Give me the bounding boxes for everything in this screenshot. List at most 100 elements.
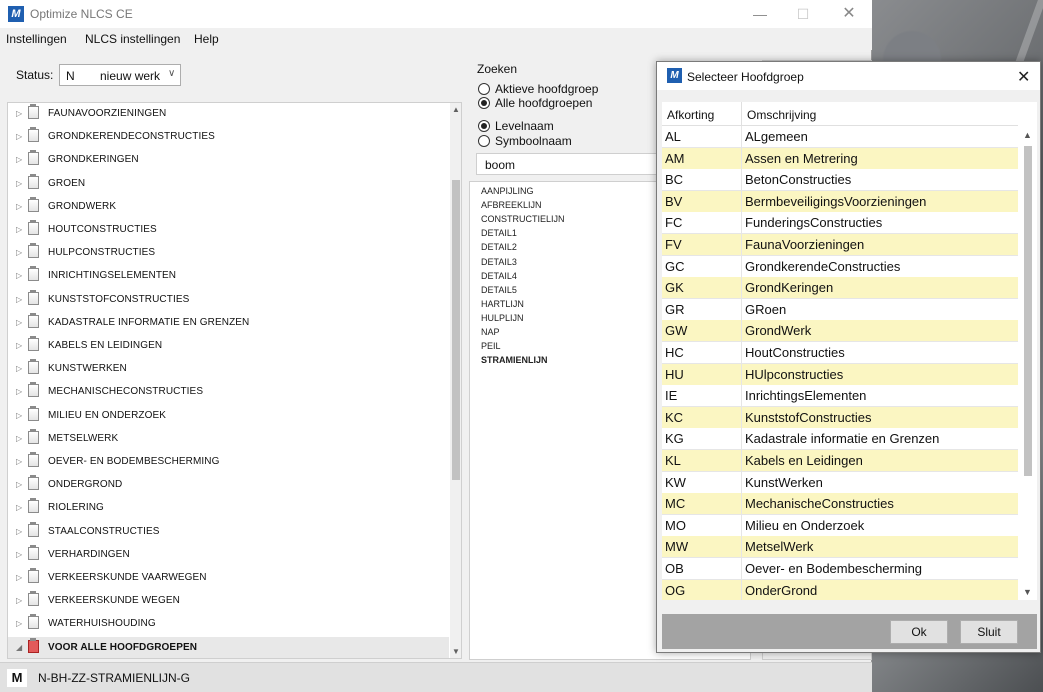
maximize-icon[interactable]: ☐: [788, 4, 818, 24]
table-row[interactable]: GR GRoen: [662, 298, 1018, 321]
mode-badge[interactable]: M: [7, 669, 27, 687]
scroll-thumb[interactable]: [452, 180, 460, 480]
table-row[interactable]: AM Assen en Metrering: [662, 147, 1018, 170]
grid-scrollbar[interactable]: ▲ ▼: [1019, 126, 1036, 600]
table-row[interactable]: MW MetselWerk: [662, 536, 1018, 559]
minimize-icon[interactable]: —: [745, 4, 775, 24]
tree-item[interactable]: ▷ MILIEU EN ONDERZOEK: [8, 405, 449, 428]
scroll-down-icon[interactable]: ▼: [452, 647, 460, 656]
radio-button[interactable]: [478, 135, 490, 147]
scroll-up-icon[interactable]: ▲: [452, 105, 460, 114]
expand-arrow-icon[interactable]: ▷: [16, 109, 22, 118]
expand-arrow-icon[interactable]: ▷: [16, 596, 22, 605]
expand-arrow-icon[interactable]: ▷: [16, 295, 22, 304]
tree-item[interactable]: ▷ HOUTCONSTRUCTIES: [8, 219, 449, 242]
expand-arrow-icon[interactable]: ▷: [16, 132, 22, 141]
tree-item[interactable]: ▷ OEVER- EN BODEMBESCHERMING: [8, 451, 449, 474]
expand-arrow-icon[interactable]: ▷: [16, 619, 22, 628]
radio-button[interactable]: [478, 83, 490, 95]
tree-item[interactable]: ▷ METSELWERK: [8, 428, 449, 451]
tree-item[interactable]: ▷ VERHARDINGEN: [8, 544, 449, 567]
tree-item[interactable]: ▷ MECHANISCHECONSTRUCTIES: [8, 381, 449, 404]
radio-button[interactable]: [478, 120, 490, 132]
table-row[interactable]: GC GrondkerendeConstructies: [662, 255, 1018, 278]
collapse-arrow-icon[interactable]: ◢: [16, 643, 22, 652]
close-icon[interactable]: ✕: [834, 4, 864, 24]
tree-item[interactable]: ▷ KUNSTSTOFCONSTRUCTIES: [8, 289, 449, 312]
level-item[interactable]: STRAMIENLIJN: [481, 355, 548, 365]
expand-arrow-icon[interactable]: ▷: [16, 503, 22, 512]
expand-arrow-icon[interactable]: ▷: [16, 364, 22, 373]
table-row[interactable]: HU HUlpconstructies: [662, 363, 1018, 386]
tree-scrollbar[interactable]: ▲ ▼: [450, 103, 461, 658]
tree-item[interactable]: ▷ RIOLERING: [8, 497, 449, 520]
expand-arrow-icon[interactable]: ▷: [16, 248, 22, 257]
table-row[interactable]: KW KunstWerken: [662, 471, 1018, 494]
scroll-thumb[interactable]: [1024, 146, 1032, 476]
expand-arrow-icon[interactable]: ▷: [16, 550, 22, 559]
tree-item[interactable]: ▷ HULPCONSTRUCTIES: [8, 242, 449, 265]
tree-item[interactable]: ▷ VERKEERSKUNDE WEGEN: [8, 590, 449, 613]
expand-arrow-icon[interactable]: ▷: [16, 341, 22, 350]
menu-instellingen[interactable]: Instellingen: [6, 32, 67, 46]
expand-arrow-icon[interactable]: ▷: [16, 457, 22, 466]
level-item[interactable]: HARTLIJN: [481, 299, 524, 309]
level-item[interactable]: DETAIL2: [481, 242, 517, 252]
close-button[interactable]: Sluit: [960, 620, 1018, 644]
menu-help[interactable]: Help: [194, 32, 219, 46]
close-icon[interactable]: ✕: [1017, 67, 1030, 87]
table-row[interactable]: KL Kabels en Leidingen: [662, 450, 1018, 472]
column-header-omschrijving[interactable]: Omschrijving: [747, 108, 816, 122]
expand-arrow-icon[interactable]: ▷: [16, 527, 22, 536]
tree-item[interactable]: ▷ STAALCONSTRUCTIES: [8, 521, 449, 544]
table-row[interactable]: KG Kadastrale informatie en Grenzen: [662, 428, 1018, 451]
table-row[interactable]: FV FaunaVoorzieningen: [662, 234, 1018, 256]
search-input[interactable]: boom: [476, 153, 658, 175]
table-row[interactable]: AL ALgemeen: [662, 126, 1018, 148]
table-row[interactable]: HC HoutConstructies: [662, 342, 1018, 364]
level-item[interactable]: AFBREEKLIJN: [481, 200, 542, 210]
table-row[interactable]: IE InrichtingsElementen: [662, 385, 1018, 408]
level-item[interactable]: AANPIJLING: [481, 186, 534, 196]
expand-arrow-icon[interactable]: ▷: [16, 271, 22, 280]
ok-button[interactable]: Ok: [890, 620, 948, 644]
level-item[interactable]: DETAIL5: [481, 285, 517, 295]
tree-item[interactable]: ▷ VERKEERSKUNDE VAARWEGEN: [8, 567, 449, 590]
tree-item[interactable]: ▷ INRICHTINGSELEMENTEN: [8, 265, 449, 288]
level-item[interactable]: PEIL: [481, 341, 501, 351]
tree-item[interactable]: ▷ KADASTRALE INFORMATIE EN GRENZEN: [8, 312, 449, 335]
table-row[interactable]: MC MechanischeConstructies: [662, 493, 1018, 516]
level-item[interactable]: DETAIL1: [481, 228, 517, 238]
tree-item[interactable]: ▷ GRONDKERENDECONSTRUCTIES: [8, 126, 449, 149]
tree-item[interactable]: ◢ VOOR ALLE HOOFDGROEPEN: [8, 636, 449, 658]
tree-item[interactable]: ▷ KABELS EN LEIDINGEN: [8, 335, 449, 358]
level-item[interactable]: DETAIL3: [481, 257, 517, 267]
status-select[interactable]: N nieuw werk ∨: [59, 64, 181, 86]
expand-arrow-icon[interactable]: ▷: [16, 318, 22, 327]
table-row[interactable]: MO Milieu en Onderzoek: [662, 514, 1018, 537]
expand-arrow-icon[interactable]: ▷: [16, 411, 22, 420]
tree-item[interactable]: ▷ GRONDWERK: [8, 196, 449, 219]
radio-button[interactable]: [478, 97, 490, 109]
level-item[interactable]: CONSTRUCTIELIJN: [481, 214, 565, 224]
table-row[interactable]: BC BetonConstructies: [662, 169, 1018, 192]
level-item[interactable]: NAP: [481, 327, 500, 337]
table-row[interactable]: OB Oever- en Bodembescherming: [662, 558, 1018, 580]
menu-nlcs-instellingen[interactable]: NLCS instellingen: [85, 32, 180, 46]
tree-item[interactable]: ▷ KUNSTWERKEN: [8, 358, 449, 381]
tree-item[interactable]: ▷ WATERHUISHOUDING: [8, 613, 449, 636]
table-row[interactable]: BV BermbeveiligingsVoorzieningen: [662, 190, 1018, 213]
expand-arrow-icon[interactable]: ▷: [16, 573, 22, 582]
table-row[interactable]: GK GrondKeringen: [662, 277, 1018, 300]
column-header-afkorting[interactable]: Afkorting: [667, 108, 714, 122]
expand-arrow-icon[interactable]: ▷: [16, 434, 22, 443]
table-row[interactable]: GW GrondWerk: [662, 320, 1018, 343]
table-row[interactable]: FC FunderingsConstructies: [662, 212, 1018, 235]
table-row[interactable]: KC KunststofConstructies: [662, 406, 1018, 429]
expand-arrow-icon[interactable]: ▷: [16, 155, 22, 164]
tree-item[interactable]: ▷ GROEN: [8, 173, 449, 196]
expand-arrow-icon[interactable]: ▷: [16, 225, 22, 234]
tree-item[interactable]: ▷ FAUNAVOORZIENINGEN: [8, 103, 449, 126]
tree-item[interactable]: ▷ GRONDKERINGEN: [8, 149, 449, 172]
table-row[interactable]: OG OnderGrond: [662, 579, 1018, 600]
